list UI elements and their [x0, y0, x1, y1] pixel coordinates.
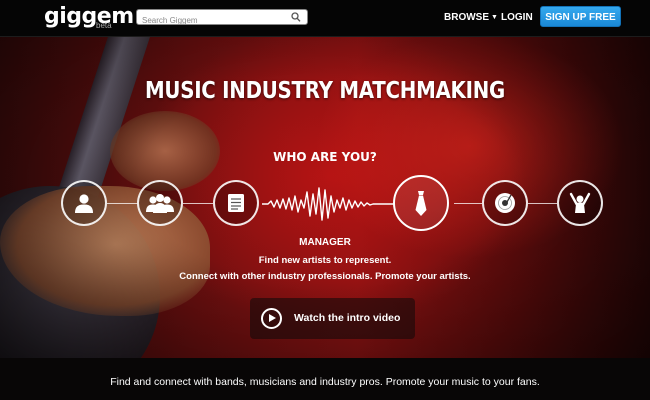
footer-tagline: Find and connect with bands, musicians a… [110, 376, 540, 388]
video-button-label: Watch the intro video [294, 312, 401, 324]
page-headline: MUSIC INDUSTRY MATCHMAKING [144, 78, 506, 104]
role-manager-button[interactable] [393, 175, 449, 231]
sound-wave-graphic [262, 187, 394, 221]
search-input[interactable] [137, 13, 282, 28]
group-icon [146, 194, 174, 213]
browse-label: BROWSE [444, 12, 489, 23]
who-are-you-heading: WHO ARE YOU? [273, 150, 377, 164]
role-fan-button[interactable] [557, 180, 603, 226]
person-icon [75, 194, 93, 213]
role-dj-button[interactable] [482, 180, 528, 226]
role-description-line1: Find new artists to represent. [258, 255, 392, 266]
role-band-button[interactable] [137, 180, 183, 226]
selected-role-name: MANAGER [299, 237, 351, 248]
role-description-line2: Connect with other industry professional… [179, 271, 471, 282]
logo[interactable]: giggem [44, 4, 134, 29]
tie-icon [415, 191, 427, 216]
footer-strip: Find and connect with bands, musicians a… [0, 358, 650, 400]
document-icon [228, 194, 244, 212]
fan-icon [569, 192, 591, 213]
connector-line [107, 203, 138, 204]
search-icon[interactable] [291, 11, 301, 23]
search-box [136, 9, 308, 28]
login-link[interactable]: LOGIN [501, 12, 533, 23]
top-navigation-bar: giggem beta BROWSE▼ LOGIN SIGN UP FREE [0, 0, 650, 37]
connector-line [454, 203, 482, 204]
sign-up-button[interactable]: SIGN UP FREE [540, 6, 621, 27]
browse-menu[interactable]: BROWSE ▼ [444, 12, 498, 23]
role-musician-button[interactable] [61, 180, 107, 226]
role-promoter-button[interactable] [213, 180, 259, 226]
watch-intro-video-button[interactable]: Watch the intro video [250, 298, 415, 339]
disc-icon [495, 193, 515, 213]
beta-badge: beta [96, 21, 112, 30]
play-icon [261, 308, 282, 329]
connector-line [183, 203, 213, 204]
connector-line [528, 203, 557, 204]
chevron-down-icon: ▼ [491, 14, 498, 21]
